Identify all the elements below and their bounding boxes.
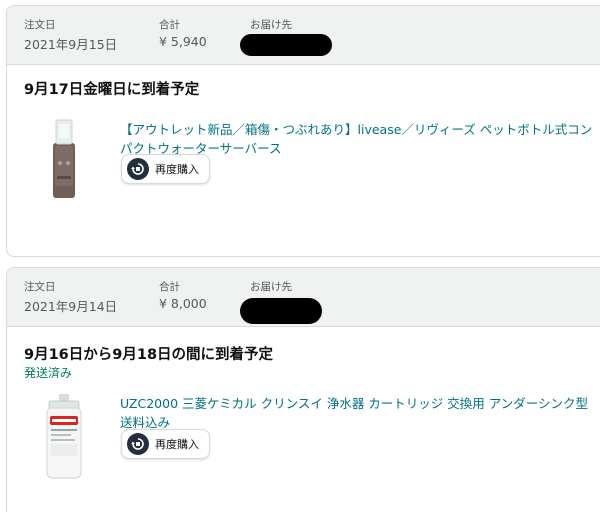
order-date: 2021年9月14日 xyxy=(24,299,118,314)
product-image-cartridge[interactable] xyxy=(39,392,89,482)
buy-again-label: 再度購入 xyxy=(155,163,199,176)
order-card: 注文日 2021年9月15日 合計 ¥ 5,940 お届け先 9月17日金曜日に… xyxy=(6,5,600,257)
order-total: ¥ 8,000 xyxy=(159,296,207,311)
delivery-status-heading: 9月17日金曜日に到着予定 xyxy=(24,82,200,98)
product-image-water-server[interactable] xyxy=(39,118,89,200)
buy-again-button[interactable]: 再度購入 xyxy=(121,429,210,459)
product-title-link[interactable]: UZC2000 三菱ケミカル クリンスイ 浄水器 カートリッジ 交換用 アンダー… xyxy=(120,394,600,432)
order-total-label: 合計 xyxy=(159,281,180,293)
ship-to-label: お届け先 xyxy=(250,281,292,293)
order-date: 2021年9月15日 xyxy=(24,37,118,52)
reorder-icon xyxy=(127,433,149,455)
reorder-icon xyxy=(127,158,149,180)
shipped-status: 発送済み xyxy=(24,366,73,380)
buy-again-button[interactable]: 再度購入 xyxy=(121,154,210,184)
product-title-link[interactable]: 【アウトレット新品／箱傷・つぶれあり】livease／リヴィーズ ペットボトル式… xyxy=(120,120,600,158)
order-date-label: 注文日 xyxy=(24,19,56,31)
order-total-label: 合計 xyxy=(159,19,180,31)
order-header: 注文日 2021年9月14日 合計 ¥ 8,000 お届け先 xyxy=(7,268,600,327)
order-card: 注文日 2021年9月14日 合計 ¥ 8,000 お届け先 9月16日から9月… xyxy=(6,267,600,512)
ship-to-label: お届け先 xyxy=(250,19,292,31)
redacted-recipient xyxy=(240,34,332,56)
redacted-recipient xyxy=(240,298,322,324)
delivery-status-heading: 9月16日から9月18日の間に到着予定 xyxy=(24,347,274,363)
order-total: ¥ 5,940 xyxy=(159,34,207,49)
order-date-label: 注文日 xyxy=(24,281,56,293)
buy-again-label: 再度購入 xyxy=(155,438,199,451)
order-header: 注文日 2021年9月15日 合計 ¥ 5,940 お届け先 xyxy=(7,6,600,65)
